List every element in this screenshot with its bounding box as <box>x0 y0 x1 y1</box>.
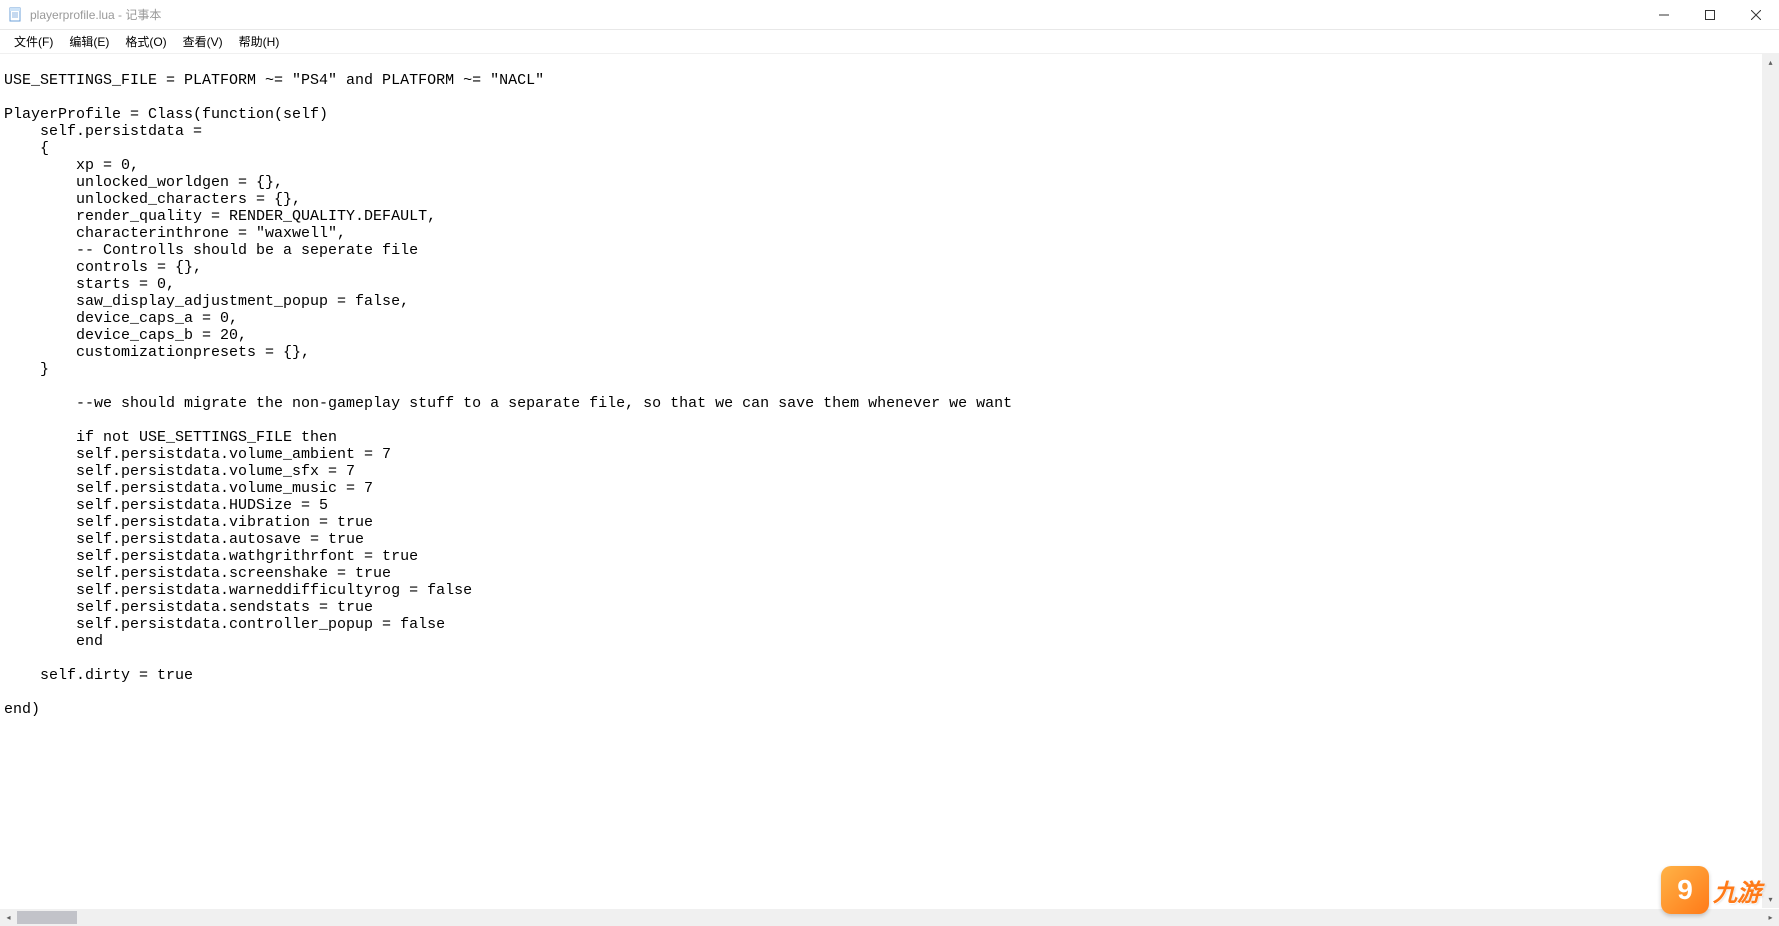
scroll-up-icon[interactable]: ▴ <box>1762 54 1779 71</box>
text-editor[interactable]: USE_SETTINGS_FILE = PLATFORM ~= "PS4" an… <box>0 54 1762 908</box>
minimize-button[interactable] <box>1641 0 1687 29</box>
horizontal-scrollbar[interactable]: ◂ ▸ <box>0 909 1779 926</box>
scroll-down-icon[interactable]: ▾ <box>1762 891 1779 908</box>
content-area: USE_SETTINGS_FILE = PLATFORM ~= "PS4" an… <box>0 54 1779 908</box>
window-title: playerprofile.lua - 记事本 <box>30 6 1641 23</box>
menu-help[interactable]: 帮助(H) <box>231 31 288 52</box>
menu-view[interactable]: 查看(V) <box>175 31 231 52</box>
menu-file[interactable]: 文件(F) <box>6 31 61 52</box>
menu-edit[interactable]: 编辑(E) <box>61 31 117 52</box>
hscroll-thumb[interactable] <box>17 911 77 924</box>
close-button[interactable] <box>1733 0 1779 29</box>
menubar: 文件(F) 编辑(E) 格式(O) 查看(V) 帮助(H) <box>0 30 1779 54</box>
hscroll-track[interactable] <box>17 909 1762 926</box>
titlebar: playerprofile.lua - 记事本 <box>0 0 1779 30</box>
maximize-button[interactable] <box>1687 0 1733 29</box>
window-controls <box>1641 0 1779 29</box>
notepad-icon <box>8 7 24 23</box>
menu-format[interactable]: 格式(O) <box>117 31 174 52</box>
scroll-left-icon[interactable]: ◂ <box>0 909 17 926</box>
vertical-scrollbar[interactable]: ▴ ▾ <box>1762 54 1779 908</box>
vscroll-track[interactable] <box>1762 71 1779 891</box>
scroll-right-icon[interactable]: ▸ <box>1762 909 1779 926</box>
